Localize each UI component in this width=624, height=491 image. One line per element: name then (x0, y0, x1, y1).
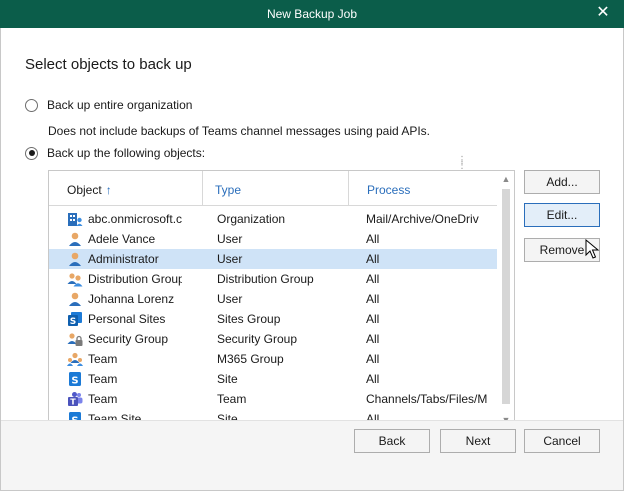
title-bar: New Backup Job ✕ (0, 0, 624, 28)
cancel-button[interactable]: Cancel (524, 429, 600, 453)
cell-type: Security Group (217, 332, 298, 346)
user-icon (67, 231, 83, 247)
cell-type: User (217, 232, 243, 246)
radio-entire-organization[interactable]: Back up entire organization (25, 98, 192, 112)
sites-icon: S (67, 311, 83, 327)
cell-process: All (366, 352, 380, 366)
cell-type: Site (217, 372, 238, 386)
vertical-scrollbar[interactable]: ▲ ▼ (498, 171, 514, 428)
cell-object: Security Group (88, 332, 169, 346)
cell-process: All (366, 372, 380, 386)
organization-icon (67, 211, 83, 227)
cell-type: Sites Group (217, 312, 281, 326)
cell-object: abc.onmicrosoft.c (88, 212, 182, 226)
sort-arrow-icon: ↑ (105, 183, 112, 197)
scroll-thumb[interactable] (502, 189, 510, 404)
cell-object: Administrator (88, 252, 159, 266)
column-header-type[interactable]: Type (215, 183, 241, 197)
column-header-process[interactable]: Process (367, 183, 410, 197)
cell-process: All (366, 312, 380, 326)
radio-label-following-objects: Back up the following objects: (47, 146, 206, 160)
table-row[interactable]: T Team Team Channels/Tabs/Files/M (49, 389, 497, 409)
grid-header: Object ↑ Type Process (49, 171, 497, 206)
security-group-icon (67, 331, 83, 347)
group-icon (67, 271, 83, 287)
cell-process: All (366, 272, 380, 286)
teams-icon: T (67, 391, 83, 407)
table-row[interactable]: Distribution Group Distribution Group All (49, 269, 497, 289)
next-button[interactable]: Next (440, 429, 516, 453)
table-row[interactable]: Security Group Security Group All (49, 329, 497, 349)
table-row[interactable]: Administrator User All (49, 249, 497, 269)
cell-object: Distribution Group (88, 272, 182, 286)
cell-type: Organization (217, 212, 286, 226)
m365-group-icon (67, 351, 83, 367)
cell-process: Mail/Archive/OneDriv (366, 212, 479, 226)
radio-button-following-objects[interactable] (25, 146, 38, 160)
cell-object: Adele Vance (88, 232, 156, 246)
mouse-pointer-icon (585, 239, 600, 259)
cell-object: Team (88, 352, 118, 366)
column-header-object[interactable]: Object ↑ (67, 183, 112, 197)
table-row[interactable]: S Personal Sites Sites Group All (49, 309, 497, 329)
cell-type: Team (217, 392, 247, 406)
close-icon[interactable]: ✕ (594, 4, 612, 22)
resize-grip-icon[interactable]: ⋮ ⋮ (457, 156, 467, 171)
cell-process: All (366, 232, 380, 246)
svg-text:T: T (70, 398, 76, 407)
cell-type: Distribution Group (217, 272, 314, 286)
user-icon (67, 251, 83, 267)
sharepoint-site-icon: S (67, 371, 83, 387)
cell-process: All (366, 332, 380, 346)
radio-following-objects[interactable]: Back up the following objects: (25, 146, 205, 160)
table-row[interactable]: abc.onmicrosoft.c Organization Mail/Archiv… (49, 209, 497, 229)
cell-process: Channels/Tabs/Files/M (366, 392, 488, 406)
back-button[interactable]: Back (354, 429, 430, 453)
column-separator[interactable] (202, 171, 203, 205)
table-row[interactable]: S Team Site All (49, 369, 497, 389)
window-title: New Backup Job (266, 7, 358, 21)
add-button[interactable]: Add... (524, 170, 600, 194)
cell-object: Personal Sites (88, 312, 166, 326)
cell-type: M365 Group (217, 352, 284, 366)
radio-button-entire-organization[interactable] (25, 98, 38, 112)
cell-object: Team (88, 392, 118, 406)
table-row[interactable]: Johanna Lorenz User All (49, 289, 497, 309)
table-row[interactable]: Adele Vance User All (49, 229, 497, 249)
scroll-up-icon[interactable]: ▲ (498, 171, 514, 187)
info-note: Does not include backups of Teams channe… (48, 124, 431, 138)
cell-type: User (217, 252, 243, 266)
objects-grid[interactable]: Object ↑ Type Process abc.onmicrosoft.c Or… (48, 170, 515, 429)
cell-process: All (366, 292, 380, 306)
svg-text:S: S (70, 317, 76, 327)
table-row[interactable]: Team M365 Group All (49, 349, 497, 369)
edit-button[interactable]: Edit... (524, 203, 600, 227)
svg-text:S: S (71, 376, 78, 387)
grid-rows: abc.onmicrosoft.c Organization Mail/Archiv… (49, 209, 497, 428)
radio-label-entire-organization: Back up entire organization (47, 98, 193, 112)
user-icon (67, 291, 83, 307)
dialog-body: Select objects to back up Back up entire… (0, 28, 624, 491)
column-separator[interactable] (348, 171, 349, 205)
page-heading: Select objects to back up (25, 56, 192, 73)
cell-object: Team (88, 372, 118, 386)
cell-process: All (366, 252, 380, 266)
cell-type: User (217, 292, 243, 306)
cell-object: Johanna Lorenz (88, 292, 175, 306)
